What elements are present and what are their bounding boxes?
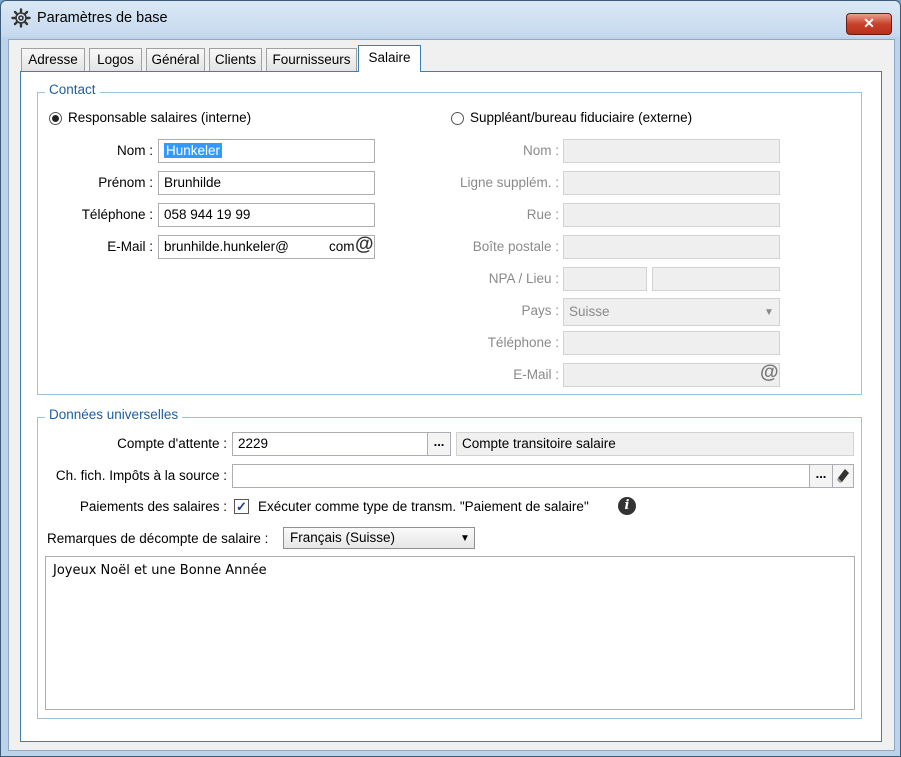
- chevron-down-icon: ▼: [764, 307, 774, 318]
- dialog-body: Adresse Logos Général Clients Fournisseu…: [8, 39, 895, 751]
- chevron-down-icon: ▼: [460, 533, 470, 544]
- impots-browse-button[interactable]: ...: [809, 464, 833, 488]
- tab-fournisseurs[interactable]: Fournisseurs: [266, 48, 357, 71]
- email-value: brunhilde.hunkeler@: [164, 239, 289, 254]
- ext-lieu-field[interactable]: [652, 267, 780, 291]
- impots-clear-button[interactable]: [832, 464, 854, 488]
- nom-label: Nom :: [116, 143, 153, 158]
- email-label: E-Mail :: [107, 239, 153, 254]
- ext-ligne-field[interactable]: [563, 171, 780, 195]
- ext-npa-label: NPA / Lieu :: [488, 271, 559, 286]
- email-value-end: com: [329, 239, 355, 254]
- internal-radio[interactable]: [49, 112, 62, 125]
- close-button[interactable]: ✕: [846, 13, 892, 35]
- window-title: Paramètres de base: [37, 10, 168, 26]
- impots-field[interactable]: [232, 464, 810, 488]
- compte-value: 2229: [238, 436, 269, 451]
- tab-label: Général: [151, 52, 200, 67]
- tab-adresse[interactable]: Adresse: [21, 48, 85, 71]
- gear-icon: [11, 8, 31, 28]
- prenom-label: Prénom :: [98, 175, 153, 190]
- tab-logos[interactable]: Logos: [89, 48, 142, 71]
- contact-legend: Contact: [45, 82, 100, 97]
- at-icon[interactable]: @: [355, 234, 374, 256]
- compte-description: Compte transitoire salaire: [456, 432, 854, 456]
- nom-field[interactable]: Hunkeler: [158, 139, 375, 163]
- ext-pays-combo[interactable]: Suisse ▼: [563, 298, 780, 326]
- compte-label: Compte d'attente :: [117, 436, 227, 451]
- language-select[interactable]: Français (Suisse) ▼: [283, 527, 475, 549]
- tab-general[interactable]: Général: [146, 48, 205, 71]
- tab-panel-salaire: Contact Responsable salaires (interne) N…: [20, 71, 882, 742]
- at-icon[interactable]: @: [760, 362, 779, 384]
- ext-nom-label: Nom :: [522, 143, 559, 158]
- ext-boite-label: Boîte postale :: [472, 239, 559, 254]
- impots-label: Ch. fich. Impôts à la source :: [55, 468, 227, 483]
- tab-salaire[interactable]: Salaire: [358, 45, 421, 72]
- email-field[interactable]: brunhilde.hunkeler@ com: [158, 235, 375, 259]
- compte-field[interactable]: 2229: [232, 432, 428, 456]
- external-radio-label: Suppléant/bureau fiduciaire (externe): [470, 110, 693, 125]
- nom-value: Hunkeler: [164, 143, 223, 158]
- ext-email-label: E-Mail :: [513, 367, 559, 382]
- title-bar: Paramètres de base ✕: [1, 1, 900, 37]
- remarks-text: Joyeux Noël et une Bonne Année: [53, 563, 267, 578]
- ext-nom-field[interactable]: [563, 139, 780, 163]
- tab-label: Adresse: [28, 52, 78, 67]
- tab-label: Fournisseurs: [272, 52, 351, 67]
- prenom-value: Brunhilde: [164, 175, 222, 190]
- paiements-checkbox-label: Exécuter comme type de transm. "Paiement…: [258, 499, 589, 514]
- universal-legend: Données universelles: [45, 407, 183, 422]
- ext-npa-field[interactable]: [563, 267, 647, 291]
- ext-telephone-label: Téléphone :: [487, 335, 559, 350]
- eraser-icon: [837, 469, 849, 483]
- ext-rue-field[interactable]: [563, 203, 780, 227]
- ext-pays-label: Pays :: [521, 303, 559, 318]
- ext-telephone-field[interactable]: [563, 331, 780, 355]
- language-value: Français (Suisse): [290, 530, 396, 545]
- ext-email-field[interactable]: [563, 363, 780, 387]
- info-icon[interactable]: i: [618, 497, 636, 515]
- window: Paramètres de base ✕ Adresse Logos Génér…: [0, 0, 901, 757]
- compte-description-text: Compte transitoire salaire: [462, 436, 616, 451]
- prenom-field[interactable]: Brunhilde: [158, 171, 375, 195]
- ext-ligne-label: Ligne supplém. :: [459, 175, 559, 190]
- external-radio[interactable]: [451, 112, 464, 125]
- ellipsis-icon: ...: [433, 434, 445, 449]
- remarques-label: Remarques de décompte de salaire :: [47, 531, 269, 546]
- ext-rue-label: Rue :: [526, 207, 559, 222]
- tab-clients[interactable]: Clients: [209, 48, 262, 71]
- close-icon: ✕: [863, 15, 875, 31]
- ellipsis-icon: ...: [815, 466, 827, 481]
- telephone-value: 058 944 19 99: [164, 207, 251, 222]
- compte-browse-button[interactable]: ...: [427, 432, 451, 456]
- internal-radio-label: Responsable salaires (interne): [68, 110, 252, 125]
- telephone-label: Téléphone :: [81, 207, 153, 222]
- tab-label: Logos: [97, 52, 134, 67]
- tab-label: Clients: [214, 52, 257, 67]
- paiements-checkbox[interactable]: ✓: [234, 499, 249, 514]
- remarks-textarea[interactable]: Joyeux Noël et une Bonne Année: [45, 556, 855, 710]
- ext-pays-value: Suisse: [569, 304, 610, 319]
- telephone-field[interactable]: 058 944 19 99: [158, 203, 375, 227]
- ext-boite-field[interactable]: [563, 235, 780, 259]
- tab-label: Salaire: [368, 50, 411, 65]
- paiements-label: Paiements des salaires :: [79, 499, 227, 514]
